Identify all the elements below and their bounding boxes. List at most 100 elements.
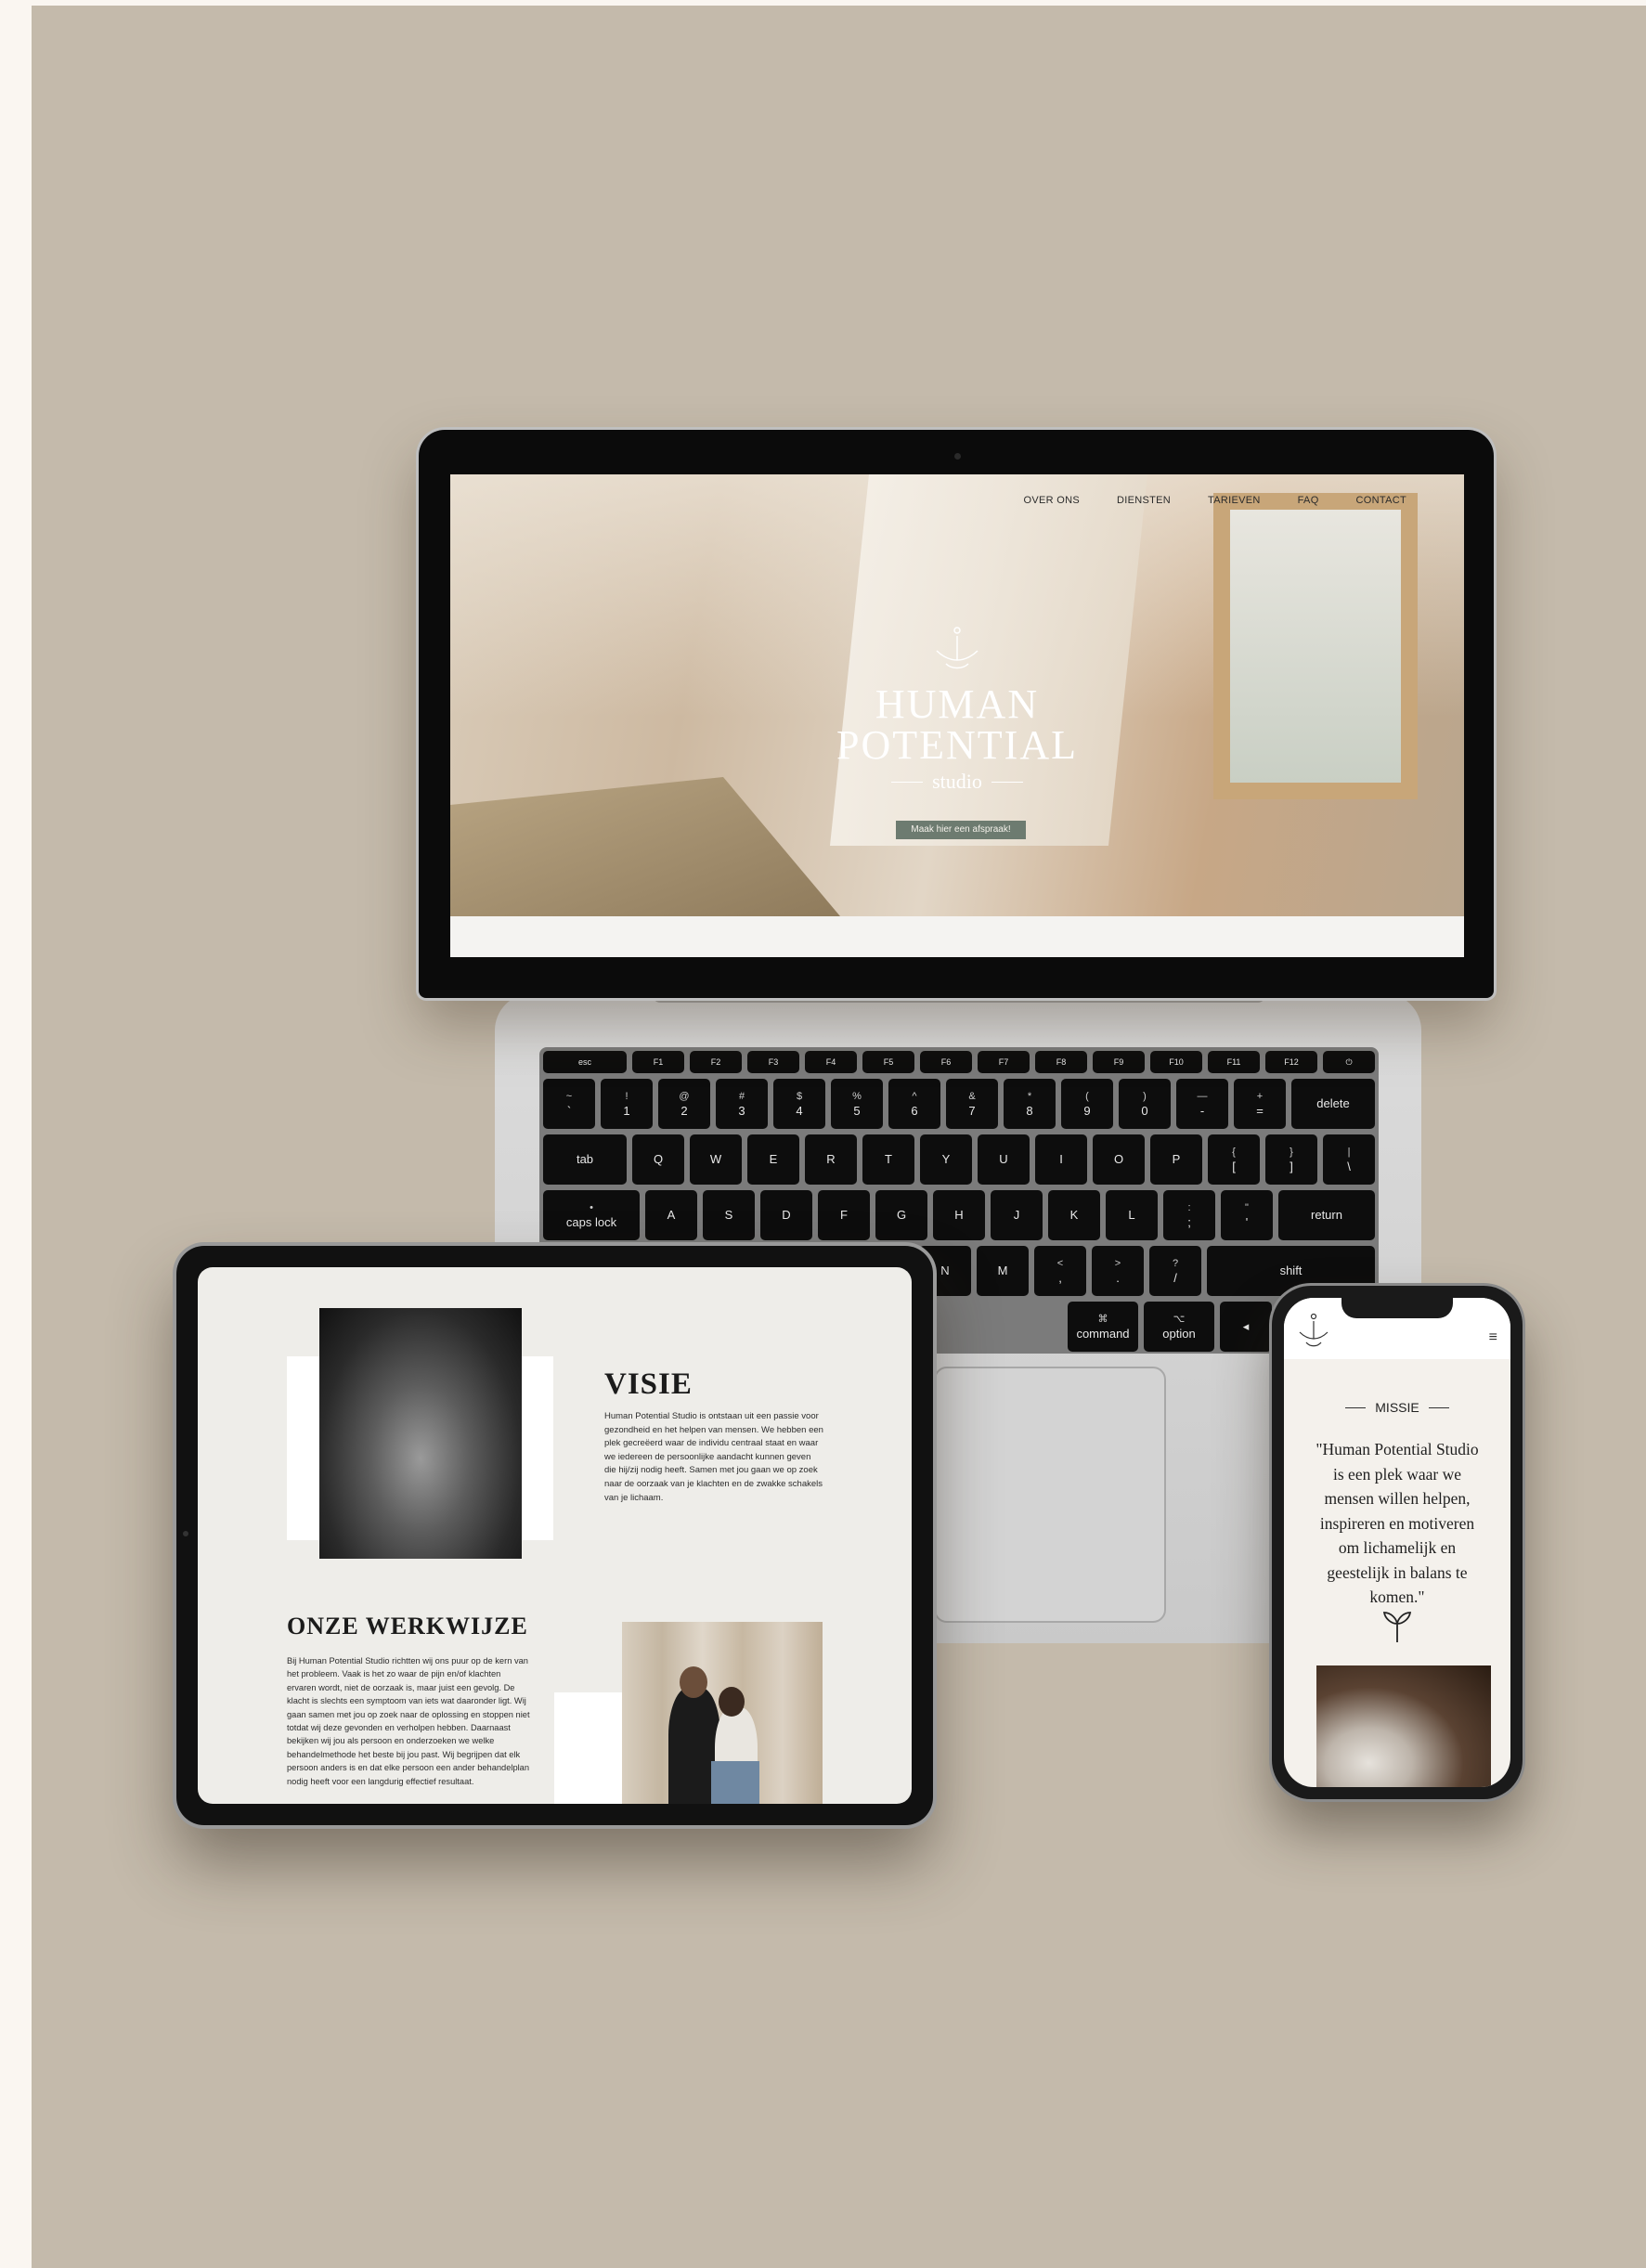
- logo-word-potential: POTENTIAL: [836, 722, 1078, 768]
- key-label: 9: [1083, 1104, 1091, 1118]
- key[interactable]: ⏻: [1323, 1051, 1375, 1073]
- nav-item-over-ons[interactable]: OVER ONS: [1024, 495, 1080, 506]
- werkwijze-text: Bij Human Potential Studio richtten wij …: [287, 1656, 530, 1786]
- key-label: 6: [911, 1104, 918, 1118]
- key[interactable]: F11: [1208, 1051, 1260, 1073]
- key[interactable]: G: [875, 1190, 927, 1240]
- key[interactable]: F12: [1265, 1051, 1317, 1073]
- key-shift-label: |: [1347, 1147, 1351, 1158]
- key[interactable]: L: [1106, 1190, 1158, 1240]
- key[interactable]: ◂: [1220, 1302, 1272, 1352]
- key[interactable]: A: [645, 1190, 697, 1240]
- key[interactable]: " ': [1221, 1190, 1273, 1240]
- key[interactable]: D: [760, 1190, 812, 1240]
- key[interactable]: M: [977, 1246, 1029, 1296]
- key-label: tab: [576, 1152, 594, 1166]
- key[interactable]: Q: [632, 1134, 684, 1185]
- key[interactable]: @2: [658, 1079, 710, 1129]
- key[interactable]: P: [1150, 1134, 1202, 1185]
- nav-item-faq[interactable]: FAQ: [1298, 495, 1319, 506]
- key[interactable]: delete: [1291, 1079, 1375, 1129]
- key[interactable]: ! 1: [601, 1079, 653, 1129]
- key[interactable]: J: [991, 1190, 1043, 1240]
- key[interactable]: ⌥ option: [1144, 1302, 1214, 1352]
- key[interactable]: ^ 6: [888, 1079, 940, 1129]
- key-shift-label: •: [590, 1202, 593, 1213]
- key-label: Q: [653, 1152, 664, 1166]
- key[interactable]: F10: [1150, 1051, 1202, 1073]
- key[interactable]: ~ `: [543, 1079, 595, 1129]
- key-label: ;: [1187, 1215, 1191, 1229]
- key[interactable]: {[: [1208, 1134, 1260, 1185]
- key-label: O: [1113, 1152, 1124, 1166]
- key[interactable]: — -: [1176, 1079, 1228, 1129]
- key[interactable]: ) 0: [1119, 1079, 1171, 1129]
- key[interactable]: S: [703, 1190, 755, 1240]
- keyboard-row: ~ `! 1 @2 #3 $4% 5 ^ 6 & 7 * 8(9) 0— - + = delete: [543, 1079, 1375, 1129]
- key-label: N: [940, 1264, 950, 1277]
- key[interactable]: F7: [978, 1051, 1030, 1073]
- key[interactable]: F: [818, 1190, 870, 1240]
- key[interactable]: ⌘ command: [1068, 1302, 1138, 1352]
- key[interactable]: O: [1093, 1134, 1145, 1185]
- key[interactable]: R: [805, 1134, 857, 1185]
- key-label: E: [769, 1152, 778, 1166]
- key[interactable]: * 8: [1004, 1079, 1056, 1129]
- key[interactable]: U: [978, 1134, 1030, 1185]
- key[interactable]: ? /: [1149, 1246, 1201, 1296]
- key[interactable]: <,: [1034, 1246, 1086, 1296]
- key-label: A: [667, 1208, 676, 1222]
- key[interactable]: Y: [920, 1134, 972, 1185]
- key[interactable]: return: [1278, 1190, 1375, 1240]
- key-label: G: [896, 1208, 907, 1222]
- key[interactable]: H: [933, 1190, 985, 1240]
- key[interactable]: E: [747, 1134, 799, 1185]
- key[interactable]: F9: [1093, 1051, 1145, 1073]
- key-label: H: [954, 1208, 964, 1222]
- key[interactable]: F8: [1035, 1051, 1087, 1073]
- key[interactable]: F1: [632, 1051, 684, 1073]
- key[interactable]: & 7: [946, 1079, 998, 1129]
- key[interactable]: | \: [1323, 1134, 1375, 1185]
- key[interactable]: K: [1048, 1190, 1100, 1240]
- key[interactable]: T: [862, 1134, 914, 1185]
- nav-item-contact[interactable]: CONTACT: [1356, 495, 1406, 506]
- key[interactable]: >.: [1092, 1246, 1144, 1296]
- key[interactable]: #3: [716, 1079, 768, 1129]
- key[interactable]: F2: [690, 1051, 742, 1073]
- keyboard-row: tab Q W E R T Y U I O P{[}] | \: [543, 1134, 1375, 1185]
- key[interactable]: tab: [543, 1134, 627, 1185]
- key[interactable]: F6: [920, 1051, 972, 1073]
- book-appointment-button[interactable]: Maak hier een afspraak!: [896, 821, 1026, 839]
- key[interactable]: :;: [1163, 1190, 1215, 1240]
- key[interactable]: + =: [1234, 1079, 1286, 1129]
- key-label: I: [1059, 1152, 1063, 1166]
- key[interactable]: $4: [773, 1079, 825, 1129]
- trackpad[interactable]: [934, 1367, 1166, 1623]
- key[interactable]: }]: [1265, 1134, 1317, 1185]
- key[interactable]: I: [1035, 1134, 1087, 1185]
- key[interactable]: F3: [747, 1051, 799, 1073]
- site-logo[interactable]: HUMAN POTENTIAL studio: [450, 623, 1464, 794]
- key[interactable]: esc: [543, 1051, 627, 1073]
- key-label: =: [1256, 1104, 1264, 1118]
- key-shift-label: &: [968, 1091, 976, 1102]
- nav-item-tarieven[interactable]: TARIEVEN: [1208, 495, 1261, 506]
- logo-rule-left: [891, 781, 924, 783]
- key[interactable]: F5: [862, 1051, 914, 1073]
- key-label: `: [566, 1104, 572, 1118]
- key[interactable]: W: [690, 1134, 742, 1185]
- person-figure: [711, 1761, 759, 1804]
- key-shift-label: @: [679, 1091, 690, 1102]
- key[interactable]: F4: [805, 1051, 857, 1073]
- key-label: F: [840, 1208, 848, 1222]
- key-label: W: [709, 1152, 722, 1166]
- key[interactable]: % 5: [831, 1079, 883, 1129]
- menu-icon[interactable]: ≡: [1489, 1329, 1497, 1346]
- key[interactable]: (9: [1061, 1079, 1113, 1129]
- key-label: -: [1199, 1104, 1205, 1118]
- lotus-logo-icon[interactable]: [1297, 1309, 1330, 1354]
- nav-item-diensten[interactable]: DIENSTEN: [1117, 495, 1171, 506]
- key[interactable]: • caps lock: [543, 1190, 640, 1240]
- key-label: 4: [796, 1104, 803, 1118]
